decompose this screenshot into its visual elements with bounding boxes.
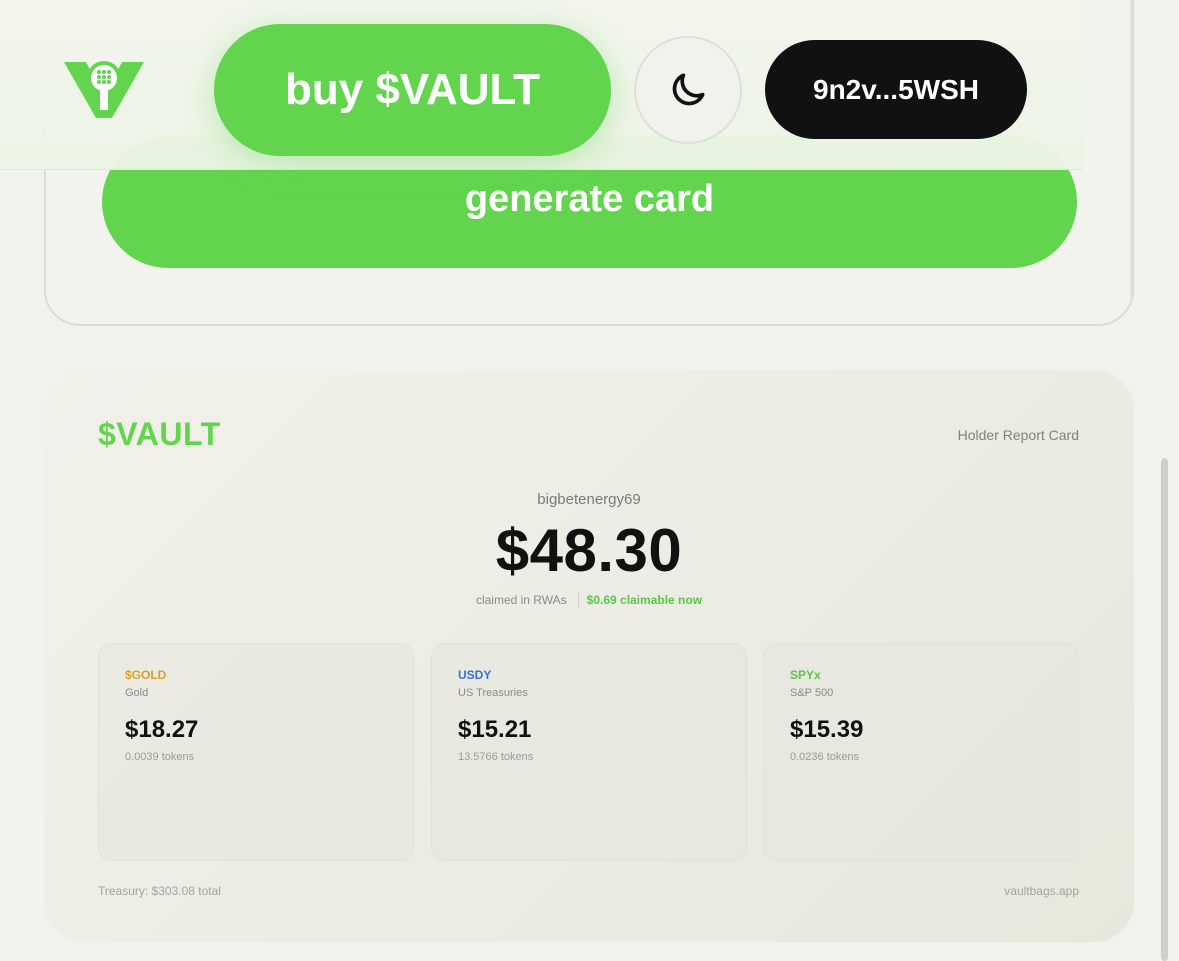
holder-report-card: $VAULT Holder Report Card bigbetenergy69… bbox=[44, 370, 1134, 942]
buy-vault-label: buy $VAULT bbox=[284, 65, 541, 114]
generate-card-label: generate card bbox=[464, 178, 715, 220]
asset-value: $15.21 bbox=[458, 716, 532, 743]
brand-title: $VAULT bbox=[98, 416, 221, 452]
asset-symbol: USDY bbox=[458, 668, 492, 682]
asset-card-spyx: SPYx S&P 500 $15.39 0.0236 tokens bbox=[763, 643, 1079, 861]
vault-logo-icon[interactable] bbox=[62, 56, 146, 122]
wallet-address: 9n2v...5WSH bbox=[813, 73, 979, 105]
header-bar: buy $VAULT 9n2v...5WSH bbox=[0, 0, 1083, 170]
asset-list: $GOLD Gold $18.27 0.0039 tokens USDY US … bbox=[98, 643, 1079, 861]
asset-value: $15.39 bbox=[790, 716, 864, 743]
username: bigbetenergy69 bbox=[537, 491, 641, 508]
buy-vault-button[interactable]: buy $VAULT bbox=[214, 24, 611, 156]
wallet-button[interactable]: 9n2v...5WSH bbox=[765, 40, 1027, 139]
moon-icon bbox=[672, 73, 705, 106]
asset-symbol: $GOLD bbox=[125, 668, 167, 682]
asset-name: S&P 500 bbox=[790, 687, 834, 699]
claim-summary: claimed in RWAs $0.69 claimable now bbox=[44, 593, 1134, 607]
asset-name: Gold bbox=[125, 687, 149, 699]
scrollbar-thumb[interactable] bbox=[1161, 458, 1168, 961]
asset-symbol: SPYx bbox=[790, 668, 821, 682]
panel-edge bbox=[1130, 0, 1132, 300]
total-value: $48.30 bbox=[495, 517, 683, 584]
theme-toggle-button[interactable] bbox=[634, 36, 742, 144]
asset-tokens: 0.0039 tokens bbox=[125, 751, 195, 763]
site-link[interactable]: vaultbags.app bbox=[1004, 884, 1079, 898]
asset-tokens: 0.0236 tokens bbox=[790, 751, 860, 763]
divider bbox=[577, 593, 579, 607]
claimable-amount: $0.69 claimable now bbox=[586, 593, 703, 607]
asset-card-gold: $GOLD Gold $18.27 0.0039 tokens bbox=[98, 643, 414, 861]
report-title: Holder Report Card bbox=[957, 427, 1079, 443]
treasury-total: Treasury: $303.08 total bbox=[98, 884, 221, 898]
asset-tokens: 13.5766 tokens bbox=[458, 751, 534, 763]
claimed-label: claimed in RWAs bbox=[475, 593, 567, 607]
asset-card-usdy: USDY US Treasuries $15.21 13.5766 tokens bbox=[431, 643, 747, 861]
asset-name: US Treasuries bbox=[458, 687, 528, 699]
asset-value: $18.27 bbox=[125, 716, 199, 743]
